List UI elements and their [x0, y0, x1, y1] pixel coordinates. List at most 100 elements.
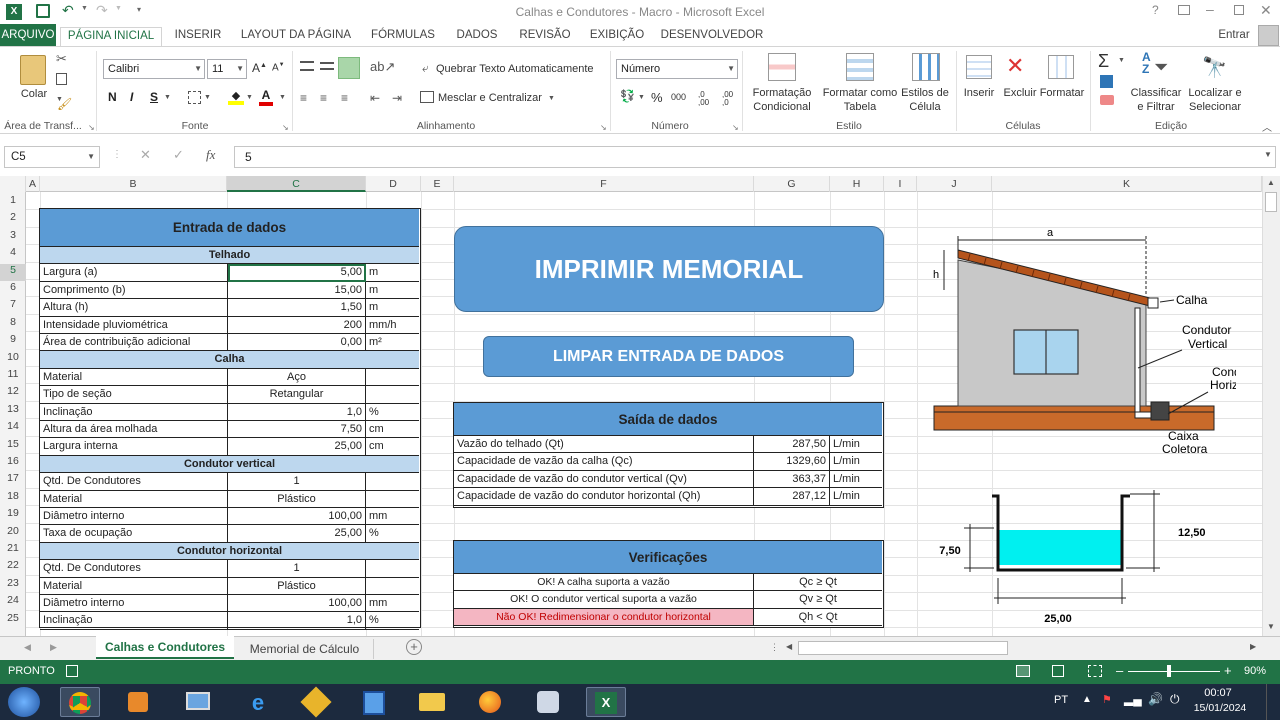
sheet-tab-calhas[interactable]: Calhas e Condutores [96, 636, 234, 659]
conditional-format-button[interactable]: Formatação Condicional [746, 86, 818, 114]
input-value[interactable]: 1,50 [228, 299, 366, 317]
redo-dropdown-icon[interactable]: ▼ [115, 5, 122, 12]
function-icon[interactable]: fx [206, 147, 215, 163]
autosum-dropdown-icon[interactable]: ▼ [1118, 57, 1125, 64]
merge-center-button[interactable]: Mesclar e Centralizar [438, 91, 548, 105]
sort-filter-icon[interactable]: AZ [1142, 51, 1151, 75]
thousands-button[interactable]: 000 [671, 92, 686, 102]
number-format-select[interactable]: Número ▼ [616, 59, 738, 79]
fill-dropdown-icon[interactable]: ▼ [246, 94, 253, 101]
row-header[interactable]: 14 [0, 420, 26, 437]
shrink-font-icon[interactable]: A▼ [272, 62, 285, 73]
input-value[interactable]: 1 [228, 473, 366, 491]
row-header[interactable]: 7 [0, 298, 26, 315]
taskbar-firefox[interactable] [470, 687, 510, 717]
col-header-j[interactable]: J [917, 176, 992, 192]
row-header[interactable]: 23 [0, 577, 26, 594]
input-value[interactable]: 5,00 [228, 264, 366, 282]
format-table-icon[interactable] [846, 53, 874, 81]
show-desktop-button[interactable] [1266, 684, 1280, 720]
underline-button[interactable]: S [150, 90, 158, 104]
tab-data[interactable]: DADOS [450, 27, 504, 46]
font-color-icon[interactable]: A [259, 89, 273, 106]
col-header-f[interactable]: F [454, 176, 754, 192]
row-header[interactable]: 2 [0, 211, 26, 228]
copy-icon[interactable] [56, 73, 67, 85]
taskbar-media[interactable] [118, 687, 158, 717]
autosum-icon[interactable]: Σ [1098, 51, 1109, 72]
input-value[interactable]: 100,00 [228, 508, 366, 526]
col-header-a[interactable]: A [26, 176, 40, 192]
collapse-ribbon-icon[interactable]: ︿ [1262, 119, 1272, 134]
print-memorial-button[interactable]: IMPRIMIR MEMORIAL [454, 226, 884, 312]
align-top-icon[interactable] [300, 61, 314, 71]
merge-dropdown-icon[interactable]: ▼ [548, 95, 555, 102]
font-launcher-icon[interactable]: ↘ [282, 123, 289, 132]
orientation-icon[interactable]: ab↗ [370, 59, 395, 75]
input-value[interactable]: 0,00 [228, 334, 366, 352]
input-value[interactable]: 7,50 [228, 421, 366, 439]
sort-filter-button[interactable]: Classificar e Filtrar [1126, 86, 1186, 114]
zoom-slider-thumb[interactable] [1167, 665, 1171, 677]
zoom-level[interactable]: 90% [1244, 665, 1266, 677]
fill-color-icon[interactable]: ◆ [228, 89, 244, 105]
fill-icon[interactable] [1100, 75, 1113, 88]
scroll-up-icon[interactable]: ▲ [1267, 178, 1275, 187]
page-break-view-icon[interactable] [1088, 665, 1102, 677]
tab-view[interactable]: EXIBIÇÃO [586, 27, 648, 46]
row-header[interactable]: 3 [0, 229, 26, 246]
col-header-h[interactable]: H [830, 176, 884, 192]
align-right-icon[interactable]: ≡ [341, 91, 348, 105]
col-header-e[interactable]: E [421, 176, 454, 192]
taskbar-remote[interactable] [178, 687, 218, 717]
tab-insert[interactable]: INSERIR [170, 27, 226, 46]
row-header[interactable]: 9 [0, 333, 26, 350]
input-value[interactable]: 25,00 [228, 438, 366, 456]
scroll-right-icon[interactable]: ▶ [1250, 642, 1256, 651]
cancel-icon[interactable]: ✕ [140, 147, 151, 163]
row-header[interactable]: 5 [0, 263, 26, 281]
input-value[interactable]: 1,0 [228, 403, 366, 421]
taskbar-chrome[interactable] [60, 687, 100, 717]
row-header[interactable]: 1 [0, 194, 26, 211]
decrease-decimal-icon[interactable]: ,00,0 [722, 91, 740, 107]
font-color-dropdown-icon[interactable]: ▼ [279, 94, 286, 101]
alignment-launcher-icon[interactable]: ↘ [600, 123, 607, 132]
borders-icon[interactable] [188, 91, 201, 104]
undo-dropdown-icon[interactable]: ▼ [81, 5, 88, 12]
macro-record-icon[interactable] [66, 665, 78, 677]
ribbon-display-icon[interactable] [1178, 5, 1190, 15]
prev-sheet-icon[interactable]: ◀ [24, 642, 31, 653]
font-size-select[interactable]: 11 ▼ [207, 59, 247, 79]
select-all-corner[interactable] [0, 176, 26, 192]
row-header[interactable]: 6 [0, 281, 26, 298]
help-icon[interactable]: ? [1152, 3, 1159, 17]
input-value[interactable]: 1 [228, 560, 366, 578]
clipboard-launcher-icon[interactable]: ↘ [88, 123, 95, 132]
undo-icon[interactable]: ↶ [62, 2, 74, 19]
italic-button[interactable]: I [130, 90, 133, 104]
input-value[interactable]: 15,00 [228, 281, 366, 300]
input-value[interactable]: Aço [228, 368, 366, 387]
row-header[interactable]: 10 [0, 351, 26, 368]
zoom-in-icon[interactable]: + [1224, 663, 1232, 678]
input-value[interactable]: Retangular [228, 386, 366, 404]
sign-in-link[interactable]: Entrar [1214, 27, 1254, 46]
wrap-text-button[interactable]: Quebrar Texto Automaticamente [436, 62, 606, 76]
paste-button[interactable]: Colar [12, 87, 56, 101]
align-middle-icon[interactable] [320, 62, 334, 70]
input-value[interactable]: 1,0 [228, 612, 366, 630]
scroll-thumb[interactable] [1265, 192, 1277, 212]
power-icon[interactable]: ⏻ [1170, 692, 1180, 707]
currency-icon[interactable]: 💱 [620, 89, 635, 103]
row-header[interactable]: 4 [0, 246, 26, 263]
tab-formulas[interactable]: FÓRMULAS [366, 27, 440, 46]
row-header[interactable]: 22 [0, 559, 26, 576]
language-indicator[interactable]: PT [1054, 694, 1068, 706]
taskbar-tool[interactable] [528, 687, 568, 717]
zoom-slider-track[interactable] [1128, 671, 1220, 672]
cut-icon[interactable]: ✂ [56, 51, 67, 67]
redo-icon[interactable]: ↷ [96, 2, 108, 19]
cell-styles-icon[interactable] [912, 53, 940, 81]
col-header-d[interactable]: D [366, 176, 421, 192]
